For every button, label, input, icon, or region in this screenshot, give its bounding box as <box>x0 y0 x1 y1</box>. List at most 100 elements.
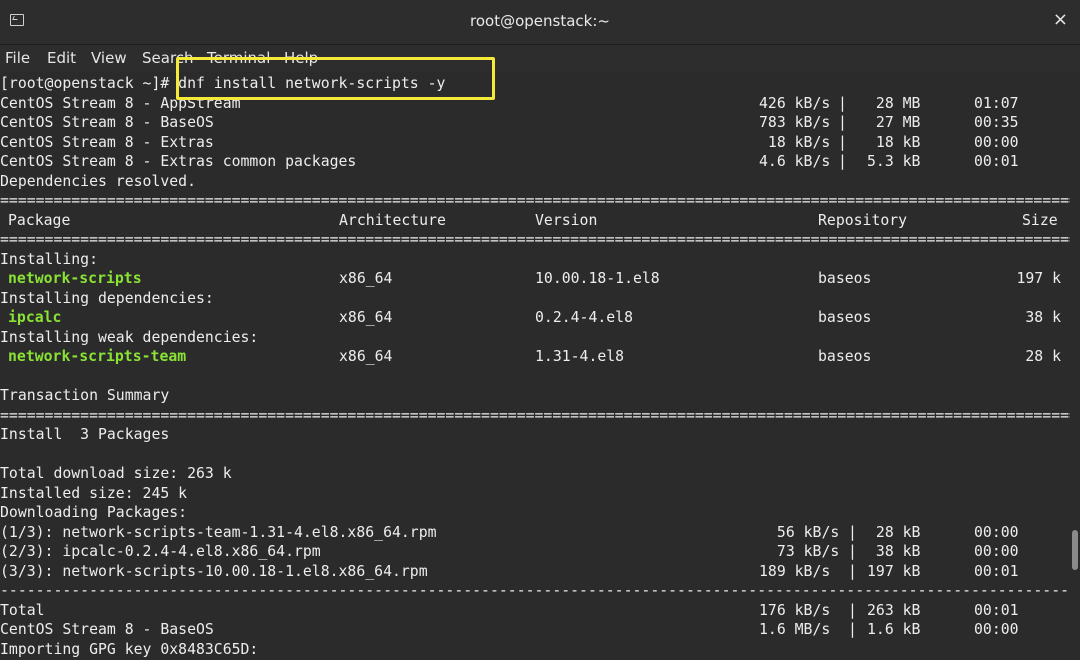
total-line: Total 176 kB/s | 263 kB 00:01 <box>0 601 1070 621</box>
header-size: Size <box>1022 211 1058 229</box>
transaction-summary: Transaction Summary <box>0 387 170 404</box>
package-version: 0.2.4-4.el8 <box>535 309 633 326</box>
repo-speed: 783 kB/s <box>759 114 831 131</box>
total-sep: | <box>848 601 857 619</box>
download-sep: | <box>848 523 857 541</box>
repo-sep: | <box>838 94 847 112</box>
separator-double: ========================================… <box>0 192 1070 209</box>
gpg-line: Importing GPG key 0x8483C65D: <box>0 640 259 658</box>
package-arch: x86_64 <box>339 309 393 326</box>
repo-line: CentOS Stream 8 - Extras 18 kB/s | 18 kB… <box>0 133 1070 153</box>
download-time: 00:00 <box>974 523 1019 541</box>
repo-line: CentOS Stream 8 - AppStream 426 kB/s | 2… <box>0 94 1070 114</box>
download-name: (2/3): ipcalc-0.2.4-4.el8.x86_64.rpm <box>0 543 321 560</box>
package-name: network-scripts <box>8 270 142 287</box>
baseos-speed: 1.6 MB/s <box>759 621 831 638</box>
download-name: (1/3): network-scripts-team-1.31-4.el8.x… <box>0 523 437 541</box>
menu-edit[interactable]: Edit <box>47 49 76 67</box>
repo-speed: 18 kB/s <box>759 133 831 151</box>
scrollbar-thumb[interactable] <box>1072 530 1078 570</box>
separator-dashed: ----------------------------------------… <box>0 582 1070 599</box>
baseos-line: CentOS Stream 8 - BaseOS 1.6 MB/s | 1.6 … <box>0 620 1070 640</box>
repo-sep: | <box>838 133 847 151</box>
download-line: (3/3): network-scripts-10.00.18-1.el8.x8… <box>0 562 1070 582</box>
download-size: 197 kB <box>867 562 921 580</box>
repo-line: CentOS Stream 8 - Extras common packages… <box>0 152 1070 172</box>
terminal-window: root@openstack:~ × File Edit View Search… <box>0 0 1080 660</box>
table-header: Package Architecture Version Repository … <box>0 211 1070 231</box>
download-sep: | <box>848 543 857 560</box>
download-time: 00:01 <box>974 562 1019 580</box>
repo-line: CentOS Stream 8 - BaseOS 783 kB/s | 27 M… <box>0 113 1070 133</box>
package-name: network-scripts-team <box>8 348 187 365</box>
header-package: Package <box>8 211 71 229</box>
repo-time: 00:01 <box>974 153 1019 170</box>
package-arch: x86_64 <box>339 270 393 287</box>
download-size: 28 kB <box>867 523 921 541</box>
repo-size: 18 kB <box>867 133 921 151</box>
separator-double: ========================================… <box>0 231 1070 248</box>
package-arch: x86_64 <box>339 348 393 365</box>
repo-time: 00:35 <box>974 114 1019 131</box>
command-highlight-box <box>176 57 495 100</box>
package-repo: baseos <box>818 309 872 326</box>
repo-size: 27 MB <box>867 114 921 131</box>
total-download-size: Total download size: 263 k <box>0 465 232 482</box>
package-size: 38 k <box>1025 309 1061 326</box>
baseos-name: CentOS Stream 8 - BaseOS <box>0 621 214 638</box>
group-heading: Installing weak dependencies: <box>0 328 259 346</box>
total-speed: 176 kB/s <box>759 601 831 619</box>
table-row: network-scripts-team x86_64 1.31-4.el8 b… <box>0 347 1070 367</box>
repo-sep: | <box>838 114 847 131</box>
download-line: (1/3): network-scripts-team-1.31-4.el8.x… <box>0 523 1070 543</box>
download-sep: | <box>848 562 857 580</box>
repo-name: CentOS Stream 8 - Extras <box>0 133 214 151</box>
download-speed: 56 kB/s <box>768 523 840 541</box>
baseos-time: 00:00 <box>974 621 1019 638</box>
installed-size: Installed size: 245 k <box>0 484 188 502</box>
download-speed: 73 kB/s <box>768 543 840 560</box>
repo-size: 5.3 kB <box>867 153 921 170</box>
scrollbar[interactable] <box>1070 73 1080 660</box>
package-version: 10.00.18-1.el8 <box>535 270 660 287</box>
package-repo: baseos <box>818 270 872 287</box>
menu-view[interactable]: View <box>91 49 127 67</box>
repo-name: CentOS Stream 8 - BaseOS <box>0 114 214 131</box>
window-title: root@openstack:~ <box>470 12 610 30</box>
close-icon[interactable]: × <box>1053 9 1068 30</box>
group-heading: Installing: <box>0 250 98 268</box>
downloading-packages: Downloading Packages: <box>0 504 188 521</box>
deps-resolved: Dependencies resolved. <box>0 172 196 190</box>
group-heading: Installing dependencies: <box>0 289 214 307</box>
menu-bar: File Edit View Search Terminal Help <box>0 45 1080 71</box>
repo-sep: | <box>838 153 847 170</box>
repo-name: CentOS Stream 8 - Extras common packages <box>0 153 357 170</box>
table-row: ipcalc x86_64 0.2.4-4.el8 baseos 38 k <box>0 308 1070 328</box>
download-line: (2/3): ipcalc-0.2.4-4.el8.x86_64.rpm 73 … <box>0 542 1070 562</box>
repo-speed: 426 kB/s <box>759 94 831 112</box>
table-row: network-scripts x86_64 10.00.18-1.el8 ba… <box>0 269 1070 289</box>
package-name: ipcalc <box>8 309 62 326</box>
header-version: Version <box>535 211 598 229</box>
repo-size: 28 MB <box>867 94 921 112</box>
header-arch: Architecture <box>339 211 446 229</box>
terminal-output[interactable]: [root@openstack ~]# dnf install network-… <box>0 73 1070 660</box>
package-size: 28 k <box>1025 348 1061 365</box>
total-time: 00:01 <box>974 601 1019 619</box>
install-count: Install 3 Packages <box>0 426 170 443</box>
menu-file[interactable]: File <box>5 49 30 67</box>
title-bar[interactable]: root@openstack:~ × <box>0 0 1080 45</box>
download-speed: 189 kB/s <box>759 562 831 580</box>
repo-time: 01:07 <box>974 94 1019 112</box>
download-time: 00:00 <box>974 543 1019 560</box>
separator-double: ========================================… <box>0 406 1070 424</box>
total-label: Total <box>0 601 45 619</box>
package-version: 1.31-4.el8 <box>535 348 625 365</box>
repo-time: 00:00 <box>974 133 1019 151</box>
header-repo: Repository <box>818 211 908 229</box>
package-size: 197 k <box>1016 270 1061 287</box>
baseos-sep: | <box>848 621 857 638</box>
prompt-text: [root@openstack ~]# <box>0 75 179 92</box>
total-size: 263 kB <box>867 601 921 619</box>
download-name: (3/3): network-scripts-10.00.18-1.el8.x8… <box>0 562 428 580</box>
